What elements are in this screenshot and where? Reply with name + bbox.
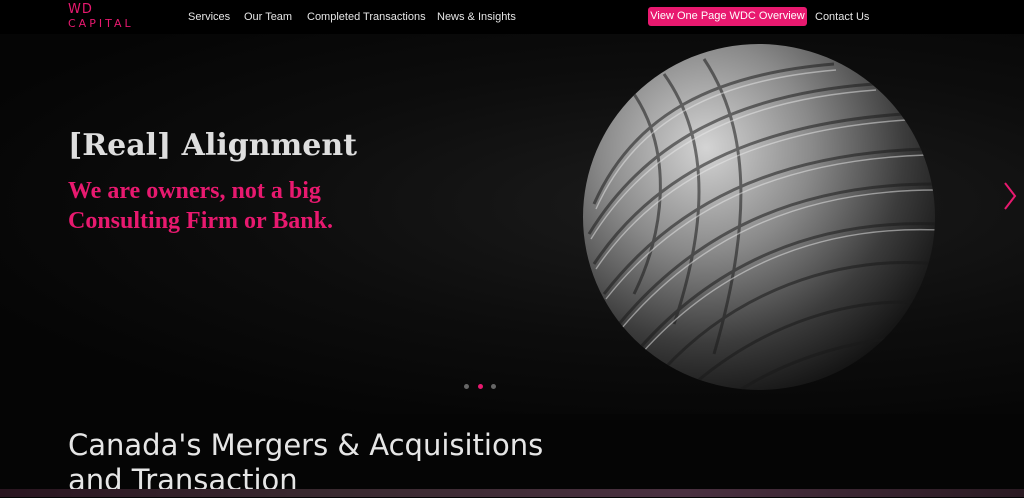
chevron-right-icon	[1004, 182, 1017, 210]
view-overview-button[interactable]: View One Page WDC Overview	[648, 7, 807, 26]
slider-dots	[460, 384, 500, 392]
top-navbar: WD CAPITAL Services Our Team Completed T…	[0, 0, 1024, 34]
nav-news-insights[interactable]: News & Insights	[437, 10, 516, 24]
nav-services[interactable]: Services	[188, 10, 230, 24]
nav-contact-us[interactable]: Contact Us	[815, 10, 869, 24]
slide-dot-2[interactable]	[478, 384, 483, 389]
hero-title: [Real] Alignment	[68, 128, 358, 163]
bottom-gradient-strip	[0, 489, 1024, 497]
nav-completed-transactions[interactable]: Completed Transactions	[307, 10, 426, 24]
sculpted-sphere-image	[583, 44, 935, 390]
next-slide-button[interactable]	[998, 179, 1022, 213]
hero-slider: [Real] Alignment We are owners, not a bi…	[0, 34, 1024, 414]
slide-dot-1[interactable]	[464, 384, 469, 389]
logo-text-top: WD	[68, 2, 93, 17]
section-heading: Canada's Mergers & Acquisitions and Tran…	[68, 428, 544, 497]
hero-subtitle: We are owners, not a big Consulting Firm…	[68, 178, 333, 234]
slide-dot-3[interactable]	[491, 384, 496, 389]
nav-our-team[interactable]: Our Team	[244, 10, 292, 24]
logo-text-bottom: CAPITAL	[68, 17, 134, 30]
wd-capital-logo[interactable]: WD CAPITAL	[68, 3, 132, 31]
